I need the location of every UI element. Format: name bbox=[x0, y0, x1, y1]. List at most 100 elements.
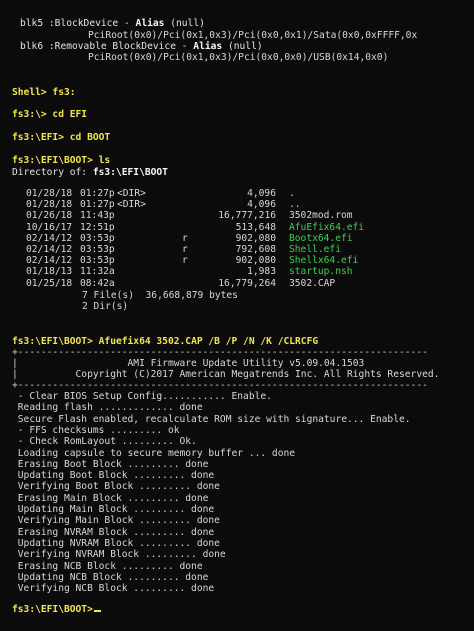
file-date: 01/28/18 bbox=[26, 188, 73, 199]
shell-prompt: fs3:\EFI> bbox=[12, 132, 64, 143]
efi-shell-console[interactable]: blk5 :BlockDevice - Alias (null) PciRoot… bbox=[0, 0, 474, 631]
file-date: 02/14/12 bbox=[26, 232, 73, 244]
file-name: AfuEfix64.efi bbox=[289, 221, 365, 233]
file-size: 792,608 bbox=[235, 244, 276, 255]
log-line: Verifying NVRAM Block ......... done bbox=[12, 549, 226, 561]
shell-prompt: fs3:\EFI\BOOT> bbox=[12, 336, 93, 347]
utility-border-bottom: +---------------------------------------… bbox=[12, 380, 428, 391]
file-size: 4,096 bbox=[247, 199, 276, 211]
log-line: - Check RomLayout ......... Ok. bbox=[12, 436, 197, 448]
file-name: Bootx64.efi bbox=[289, 232, 353, 244]
device-separator: : bbox=[43, 41, 55, 52]
device-type: BlockDevice - bbox=[54, 18, 136, 29]
device-path-blk6: PciRoot(0x0)/Pci(0x1,0x3)/Pci(0x0,0x0)/U… bbox=[88, 52, 389, 63]
log-line: Secure Flash enabled, recalculate ROM si… bbox=[12, 413, 411, 425]
command-text: ls bbox=[92, 155, 111, 166]
log-line: Reading flash ............. done bbox=[12, 402, 203, 414]
file-time: 08:42a bbox=[80, 277, 115, 289]
file-time: 03:53p bbox=[80, 244, 115, 255]
file-attr: <DIR> bbox=[117, 199, 146, 211]
log-line: Updating Boot Block ......... done bbox=[12, 470, 215, 482]
shell-prompt: fs3:\EFI\BOOT> bbox=[12, 155, 93, 166]
command-text: Afuefix64 3502.CAP /B /P /N /K /CLRCFG bbox=[92, 336, 319, 347]
alias-label: Alias bbox=[193, 41, 223, 52]
file-size: 902,080 bbox=[235, 232, 276, 244]
log-line: Loading capsule to secure memory buffer … bbox=[12, 447, 296, 459]
log-line: Verifying Main Block ......... done bbox=[12, 515, 220, 527]
file-size: 513,648 bbox=[235, 221, 276, 233]
file-attr: r bbox=[182, 244, 188, 255]
file-name: Shell.efi bbox=[289, 244, 341, 255]
file-time: 01:27p bbox=[80, 199, 115, 211]
file-size: 16,777,216 bbox=[218, 210, 276, 222]
log-line: Erasing NVRAM Block ......... done bbox=[12, 526, 215, 538]
log-line: Verifying Boot Block ......... done bbox=[12, 481, 220, 493]
file-size: 16,779,264 bbox=[218, 277, 276, 289]
text-cursor bbox=[93, 610, 101, 612]
utility-copyright: | Copyright (C)2017 American Megatrends … bbox=[12, 369, 440, 380]
file-time: 01:27p bbox=[80, 188, 115, 199]
device-name: blk5 bbox=[20, 18, 44, 29]
alias-label: Alias bbox=[135, 18, 165, 29]
file-date: 10/16/17 bbox=[26, 221, 73, 233]
command-line: fs3:\EFI\BOOT> Afuefix64 3502.CAP /B /P … bbox=[12, 336, 318, 347]
dir-summary: 2 Dir(s) bbox=[82, 301, 129, 312]
utility-title: | AMI Firmware Update Utility v5.09.04.1… bbox=[12, 358, 365, 369]
command-text: cd EFI bbox=[46, 109, 88, 120]
file-name: 3502.CAP bbox=[289, 277, 336, 289]
alias-value: (null) bbox=[222, 41, 263, 52]
log-line: Verifying NCB Block ......... done bbox=[12, 583, 215, 595]
file-date: 02/14/12 bbox=[26, 244, 73, 255]
command-line: fs3:\EFI> cd BOOT bbox=[12, 132, 110, 143]
command-line: fs3:\> cd EFI bbox=[12, 109, 87, 120]
file-attr: <DIR> bbox=[117, 188, 146, 199]
shell-prompt: Shell> bbox=[12, 87, 47, 98]
file-date: 01/25/18 bbox=[26, 277, 73, 289]
log-line: - Clear BIOS Setup Config........... Ena… bbox=[12, 391, 272, 402]
log-line: - FFS checksums ......... ok bbox=[12, 424, 180, 436]
file-name: . bbox=[289, 188, 295, 199]
shell-prompt: fs3:\> bbox=[12, 109, 47, 120]
directory-header: Directory of: fs3:\EFI\BOOT bbox=[12, 167, 168, 178]
directory-path: fs3:\EFI\BOOT bbox=[92, 167, 168, 178]
utility-border-top: +---------------------------------------… bbox=[12, 347, 428, 358]
log-line: Updating NCB Block ......... done bbox=[12, 571, 209, 583]
file-size: 4,096 bbox=[247, 188, 276, 199]
device-row-blk6: blk6 :Removable BlockDevice - Alias (nul… bbox=[20, 41, 263, 52]
command-text: fs3: bbox=[46, 87, 76, 98]
file-summary: 7 File(s) 36,668,879 bytes bbox=[82, 290, 238, 301]
device-name: blk6 bbox=[20, 41, 44, 52]
file-time: 03:53p bbox=[80, 232, 115, 244]
directory-label: Directory of: bbox=[12, 167, 93, 178]
file-name: .. bbox=[289, 199, 301, 211]
file-size: 902,080 bbox=[235, 255, 276, 267]
file-name: startup.nsh bbox=[289, 266, 353, 278]
file-date: 01/28/18 bbox=[26, 199, 73, 211]
log-line: Updating Main Block ......... done bbox=[12, 504, 215, 515]
command-line[interactable]: fs3:\EFI\BOOT> bbox=[12, 604, 101, 615]
device-separator: : bbox=[43, 18, 55, 29]
alias-value: (null) bbox=[164, 18, 205, 29]
log-line: Updating NVRAM Block ......... done bbox=[12, 537, 220, 549]
command-line: Shell> fs3: bbox=[12, 87, 76, 98]
file-attr: r bbox=[182, 232, 188, 244]
file-name: Shellx64.efi bbox=[289, 255, 359, 267]
file-time: 12:51p bbox=[80, 221, 115, 233]
device-path-blk5: PciRoot(0x0)/Pci(0x1,0x3)/Pci(0x0,0x1)/S… bbox=[88, 30, 418, 41]
file-time: 03:53p bbox=[80, 255, 115, 267]
log-line: Erasing Boot Block ......... done bbox=[12, 458, 209, 470]
file-size: 1,983 bbox=[247, 266, 276, 278]
command-text: cd BOOT bbox=[63, 132, 111, 143]
command-line: fs3:\EFI\BOOT> ls bbox=[12, 155, 110, 166]
file-date: 01/18/13 bbox=[26, 266, 73, 278]
file-date: 01/26/18 bbox=[26, 210, 73, 222]
log-line: Erasing NCB Block ......... done bbox=[12, 560, 203, 572]
file-attr: r bbox=[182, 255, 188, 267]
device-row-blk5: blk5 :BlockDevice - Alias (null) bbox=[20, 18, 205, 29]
file-time: 11:43p bbox=[80, 210, 115, 222]
log-line: Erasing Main Block ......... done bbox=[12, 492, 209, 504]
device-type: Removable BlockDevice - bbox=[54, 41, 194, 52]
file-time: 11:32a bbox=[80, 266, 115, 278]
shell-prompt: fs3:\EFI\BOOT> bbox=[12, 604, 93, 615]
file-date: 02/14/12 bbox=[26, 255, 73, 267]
